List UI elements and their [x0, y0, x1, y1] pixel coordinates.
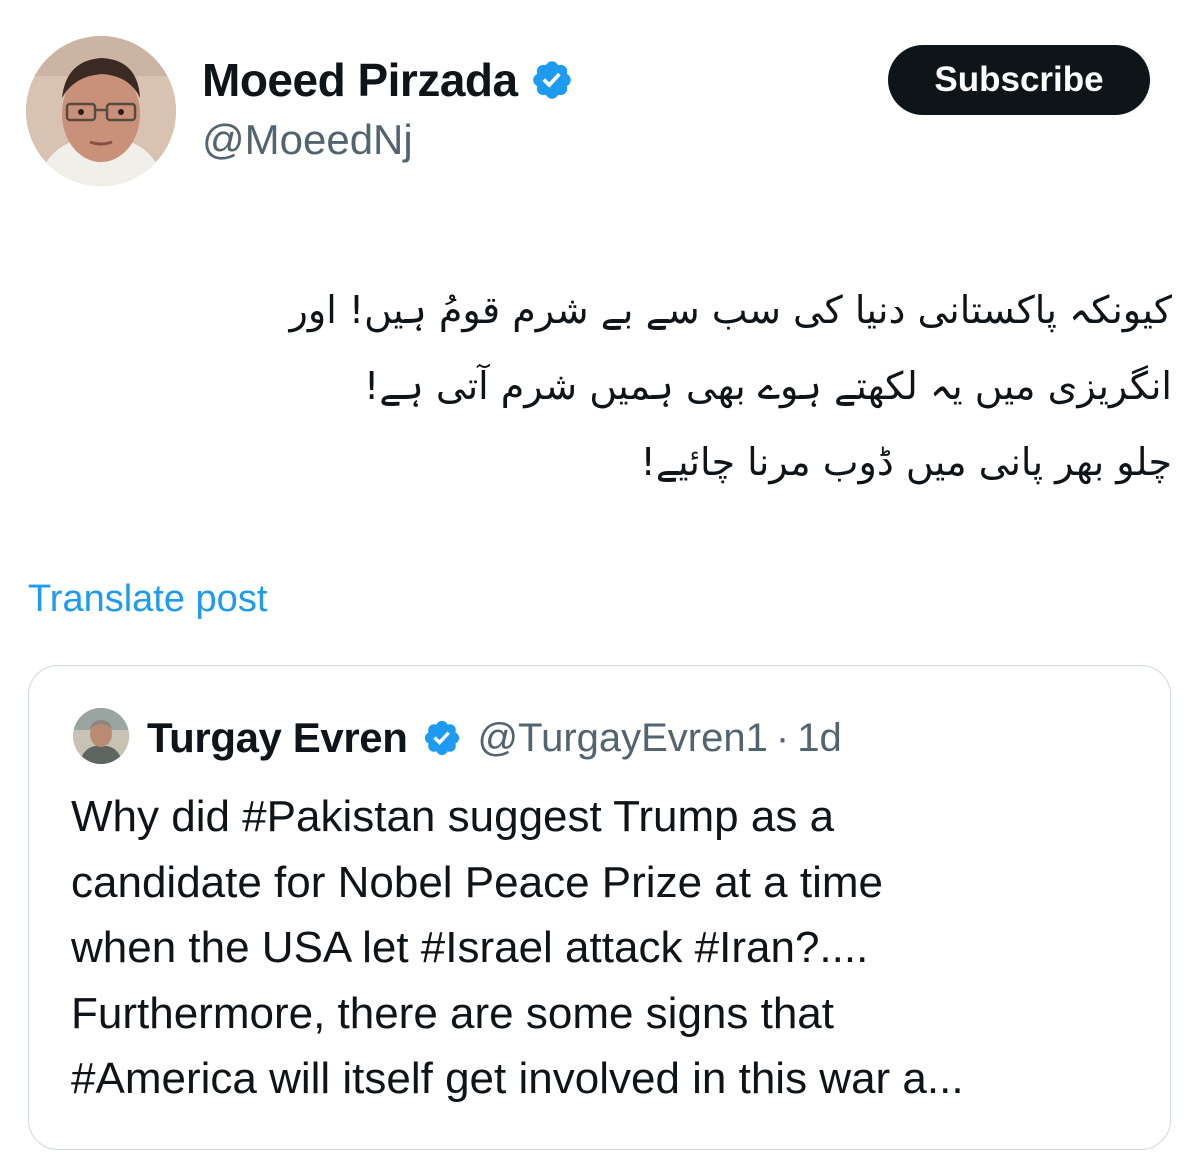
avatar-photo-icon: [73, 708, 129, 764]
quoted-post-time[interactable]: 1d: [797, 716, 842, 761]
quoted-text-line: Furthermore, there are some signs that: [71, 988, 834, 1038]
translate-post-link[interactable]: Translate post: [28, 578, 267, 621]
quoted-post-text: Why did #Pakistan suggest Trump as a can…: [71, 784, 1141, 1112]
quoted-text-line: Why did #Pakistan suggest Trump as a: [71, 792, 835, 841]
quoted-author-name[interactable]: Turgay Evren: [147, 714, 408, 762]
quoted-text-line: #America will itself get involved in thi…: [71, 1054, 964, 1103]
quoted-post-card[interactable]: Turgay Evren @TurgayEvren1 · 1d Why did …: [28, 665, 1171, 1150]
subscribe-button[interactable]: Subscribe: [888, 45, 1150, 115]
verified-badge-icon: [422, 718, 462, 758]
quoted-text-line: when the USA let #Israel attack #Iran?..…: [71, 923, 869, 972]
author-name-row: Moeed Pirzada: [202, 52, 574, 108]
post-text-line: انگریزی میں یہ لکھتے ہوے بھی ہمیں شرم آت…: [364, 364, 1172, 408]
quoted-author-handle[interactable]: @TurgayEvren1: [478, 716, 768, 761]
post-text-line: چلو بھر پانی میں ڈوب مرنا چائیے!: [640, 440, 1172, 484]
verified-badge-icon: [530, 58, 574, 102]
quoted-text-line: candidate for Nobel Peace Prize at a tim…: [71, 857, 884, 907]
post-header: Moeed Pirzada @MoeedNj Subscribe: [0, 0, 1200, 200]
post-text-line: کیونکہ پاکستانی دنیا کی سب سے بے شرم قوم…: [289, 288, 1172, 332]
author-name[interactable]: Moeed Pirzada: [202, 53, 518, 107]
author-avatar[interactable]: [26, 36, 176, 186]
quoted-post-header: Turgay Evren @TurgayEvren1 · 1d: [147, 710, 842, 766]
avatar-photo-icon: [26, 36, 176, 186]
post-text: کیونکہ پاکستانی دنیا کی سب سے بے شرم قوم…: [24, 272, 1172, 500]
quoted-author-avatar[interactable]: [73, 708, 129, 764]
separator-dot: ·: [775, 715, 790, 760]
author-handle[interactable]: @MoeedNj: [202, 116, 413, 164]
